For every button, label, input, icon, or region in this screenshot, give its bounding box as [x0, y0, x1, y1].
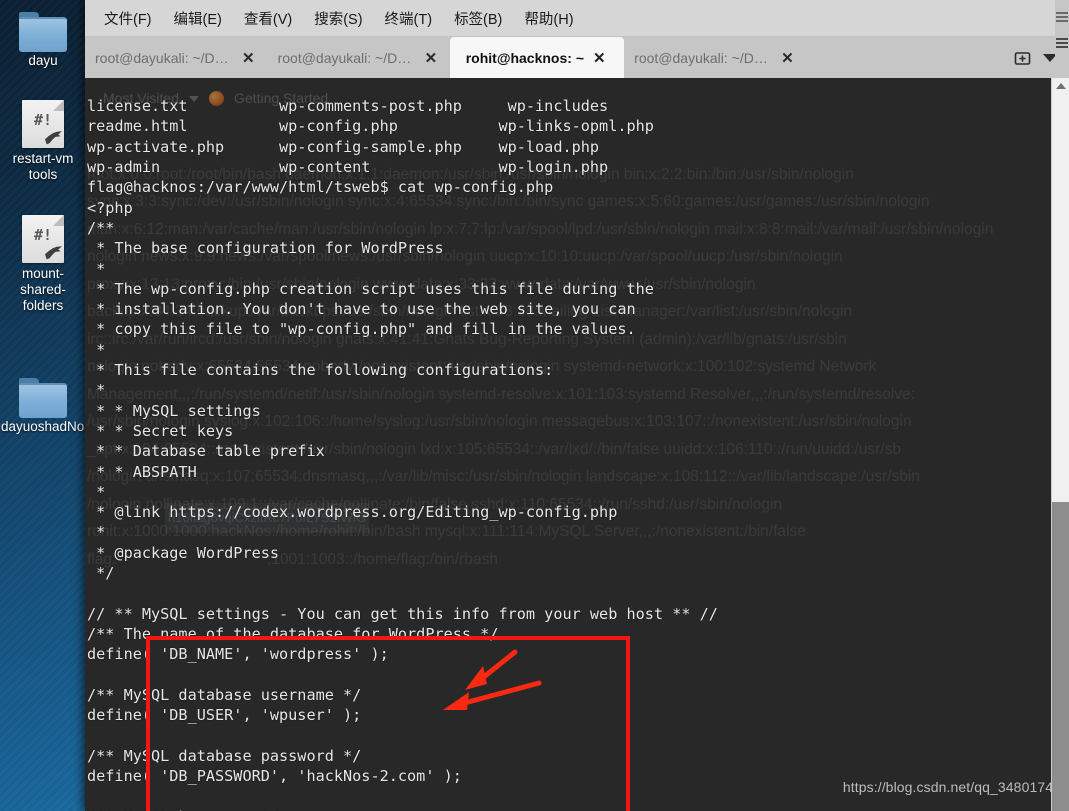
menu-help[interactable]: 帮助(H) — [513, 4, 584, 33]
grip-lines-top-icon — [1056, 12, 1068, 22]
tab-label: rohit@hacknos: ~ — [465, 50, 585, 66]
shell-script-icon: #! — [22, 100, 64, 148]
shell-script-icon: #! — [22, 215, 64, 263]
tab-close-icon[interactable]: ✕ — [422, 49, 441, 68]
window-edge-grip — [1055, 0, 1069, 78]
tab-label: root@dayukali: ~/Deskt... — [277, 50, 416, 66]
menu-bar: 文件(F) 编辑(E) 查看(V) 搜索(S) 终端(T) 标签(B) 帮助(H… — [85, 0, 1069, 37]
script-gear-icon — [45, 131, 62, 145]
shebang-glyph: #! — [33, 226, 53, 244]
grip-lines-icon — [1056, 38, 1068, 50]
terminal-viewport[interactable]: Most Visited Getting Started root:x:0:0:… — [85, 78, 1069, 811]
desktop-icon-column: dayu #! restart-vm tools #! mount- share… — [0, 0, 86, 811]
desktop-icon-dayuoshadnos[interactable]: dayuoshadNos2.1 — [0, 378, 86, 435]
scroll-up-icon[interactable] — [1052, 78, 1069, 94]
menu-file[interactable]: 文件(F) — [93, 4, 163, 33]
desktop-icon-dayu[interactable]: dayu — [0, 12, 86, 69]
desktop-icon-label: dayuoshadNos2.1 — [1, 419, 85, 434]
new-tab-icon[interactable] — [1009, 44, 1035, 72]
folder-icon — [19, 12, 67, 52]
csdn-watermark: https://blog.csdn.net/qq_34801745 — [842, 779, 1061, 795]
tab-label: root@dayukali: ~/Deskt... — [95, 50, 233, 66]
tab-close-icon[interactable]: ✕ — [239, 49, 258, 68]
menu-view[interactable]: 查看(V) — [233, 4, 303, 33]
scrollbar-thumb[interactable] — [1052, 502, 1069, 811]
tab-root-dayukali-2[interactable]: root@dayukali: ~/Deskt... ✕ — [268, 37, 451, 79]
menu-tabs[interactable]: 标签(B) — [443, 4, 513, 33]
desktop-icon-mount-shared-folders[interactable]: #! mount- shared- folders — [0, 215, 86, 314]
menu-edit[interactable]: 编辑(E) — [163, 4, 233, 33]
tab-root-dayukali-1[interactable]: root@dayukali: ~/Deskt... ✕ — [85, 37, 268, 79]
tab-label: root@dayukali: ~/Deskt... — [634, 50, 772, 66]
tab-bar: root@dayukali: ~/Deskt... ✕ root@dayukal… — [85, 37, 1069, 79]
menu-terminal[interactable]: 终端(T) — [374, 4, 444, 33]
shebang-glyph: #! — [33, 111, 53, 129]
desktop-icon-label: mount- shared- folders — [20, 266, 66, 313]
tab-root-dayukali-3[interactable]: root@dayukali: ~/Deskt... ✕ — [624, 37, 807, 79]
menu-search[interactable]: 搜索(S) — [303, 4, 373, 33]
terminal-window: 文件(F) 编辑(E) 查看(V) 搜索(S) 终端(T) 标签(B) 帮助(H… — [85, 0, 1069, 811]
tab-rohit-hacknos[interactable]: rohit@hacknos: ~ ✕ — [450, 37, 625, 79]
desktop-icon-label: restart-vm tools — [12, 151, 74, 182]
desktop-icon-restart-vm-tools[interactable]: #! restart-vm tools — [0, 100, 86, 183]
terminal-scrollbar[interactable] — [1051, 78, 1069, 811]
script-gear-icon — [45, 246, 62, 260]
tab-close-icon[interactable]: ✕ — [590, 49, 609, 68]
folder-icon — [19, 378, 67, 418]
tab-close-icon[interactable]: ✕ — [778, 49, 797, 68]
terminal-output-text: license.txt wp-comments-post.php wp-incl… — [87, 97, 718, 811]
desktop-icon-label: dayu — [28, 53, 58, 68]
